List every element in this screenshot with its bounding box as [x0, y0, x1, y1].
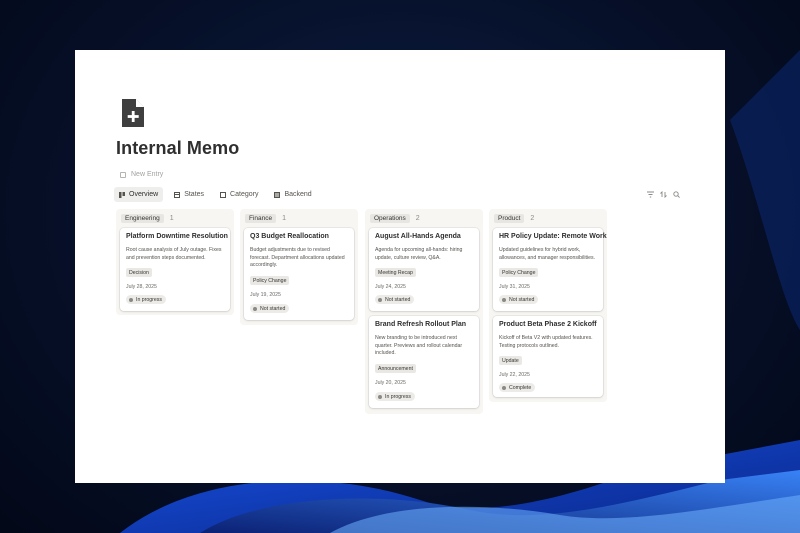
app-window: Internal Memo New Entry Overview States … [75, 50, 725, 483]
column-name: Operations [370, 213, 410, 223]
column-name: Product [494, 213, 525, 223]
column-count: 1 [169, 214, 174, 222]
view-tabs: Overview States Category Backend [114, 187, 317, 202]
card-date: July 24, 2025 [375, 284, 406, 290]
column-count: 1 [282, 214, 287, 222]
status-dot-icon [378, 394, 382, 399]
card-tag: Meeting Recap [375, 268, 416, 277]
status-badge: Complete [499, 383, 536, 392]
new-entry-label: New Entry [131, 171, 164, 178]
card[interactable]: August All-Hands Agenda Agenda for upcom… [369, 228, 479, 311]
status-label: In progress [136, 296, 162, 303]
card-tag: Policy Change [250, 276, 290, 285]
card[interactable]: Product Beta Phase 2 Kickoff Kickoff of … [493, 316, 603, 397]
status-label: Not started [509, 296, 535, 303]
tab-label: Overview [129, 191, 159, 198]
new-entry-icon [120, 171, 126, 178]
status-dot-icon [129, 297, 133, 302]
new-entry-button[interactable]: New Entry [120, 171, 163, 178]
status-badge: In progress [126, 295, 166, 304]
column-count: 2 [530, 214, 535, 222]
column-header: Product 2 [489, 209, 607, 227]
tab-category[interactable]: Category [215, 187, 263, 202]
card-description: Updated guidelines for hybrid work, allo… [499, 247, 596, 261]
document-plus-icon [121, 98, 145, 128]
status-dot-icon [502, 385, 506, 390]
tab-label: Category [230, 191, 259, 198]
status-badge: Not started [499, 295, 539, 304]
status-label: Not started [385, 296, 411, 303]
card[interactable]: Q3 Budget Reallocation Budget adjustment… [244, 228, 354, 320]
card-description: Agenda for upcoming all-hands: hiring up… [375, 247, 463, 261]
column-count: 2 [415, 214, 420, 222]
status-label: In progress [385, 393, 411, 400]
search-icon[interactable] [673, 191, 680, 198]
board-icon [119, 191, 125, 198]
column-header: Finance 1 [240, 209, 358, 227]
card[interactable]: HR Policy Update: Remote Work Updated gu… [493, 228, 607, 311]
card[interactable]: Platform Downtime Resolution Root cause … [120, 228, 230, 311]
card[interactable]: Brand Refresh Rollout Plan New branding … [369, 316, 479, 408]
column-name: Finance [245, 213, 277, 223]
filter-icon[interactable] [647, 191, 654, 198]
status-dot-icon [378, 297, 382, 302]
page-title: Internal Memo [116, 138, 240, 158]
card-description: New branding to be introduced next quart… [375, 335, 463, 357]
backend-icon [274, 191, 281, 198]
column-header: Operations 2 [365, 209, 483, 227]
status-label: Complete [509, 384, 532, 391]
tab-label: Backend [284, 191, 312, 198]
card-description: Root cause analysis of July outage. Fixe… [126, 247, 222, 261]
tab-overview[interactable]: Overview [114, 187, 164, 202]
column-header: Engineering 1 [116, 209, 234, 227]
status-badge: In progress [375, 392, 415, 401]
status-label: Not started [260, 305, 286, 312]
column-product: Product 2 HR Policy Update: Remote Work … [489, 209, 607, 402]
column-finance: Finance 1 Q3 Budget Reallocation Budget … [240, 209, 358, 325]
column-engineering: Engineering 1 Platform Downtime Resoluti… [116, 209, 234, 315]
view-toolbar [647, 191, 680, 198]
card-title: Product Beta Phase 2 Kickoff [499, 321, 597, 328]
card-date: July 19, 2025 [250, 292, 281, 298]
card-tag: Announcement [375, 364, 416, 373]
column-operations: Operations 2 August All-Hands Agenda Age… [365, 209, 483, 414]
card-date: July 20, 2025 [375, 380, 406, 386]
card-title: Q3 Budget Reallocation [250, 233, 329, 240]
card-description: Kickoff of Beta V2 with updated features… [499, 335, 593, 349]
card-title: Platform Downtime Resolution [126, 233, 228, 240]
status-badge: Not started [375, 295, 415, 304]
status-dot-icon [253, 306, 257, 311]
sort-icon[interactable] [660, 191, 667, 198]
tab-label: States [184, 191, 205, 198]
card-description: Budget adjustments due to revised foreca… [250, 247, 345, 269]
card-date: July 31, 2025 [499, 284, 530, 290]
status-dot-icon [502, 297, 506, 302]
card-tag: Policy Change [499, 268, 539, 277]
card-title: August All-Hands Agenda [375, 233, 461, 240]
card-title: HR Policy Update: Remote Work [499, 233, 607, 240]
tab-backend[interactable]: Backend [269, 187, 316, 202]
column-name: Engineering [121, 213, 164, 223]
card-tag: Decision [126, 268, 152, 277]
tab-states[interactable]: States [169, 187, 209, 202]
states-icon [174, 191, 181, 198]
card-date: July 22, 2025 [499, 372, 530, 378]
category-icon [220, 191, 227, 198]
card-tag: Update [499, 356, 522, 365]
card-date: July 28, 2025 [126, 284, 157, 290]
card-title: Brand Refresh Rollout Plan [375, 321, 467, 328]
status-badge: Not started [250, 304, 290, 313]
